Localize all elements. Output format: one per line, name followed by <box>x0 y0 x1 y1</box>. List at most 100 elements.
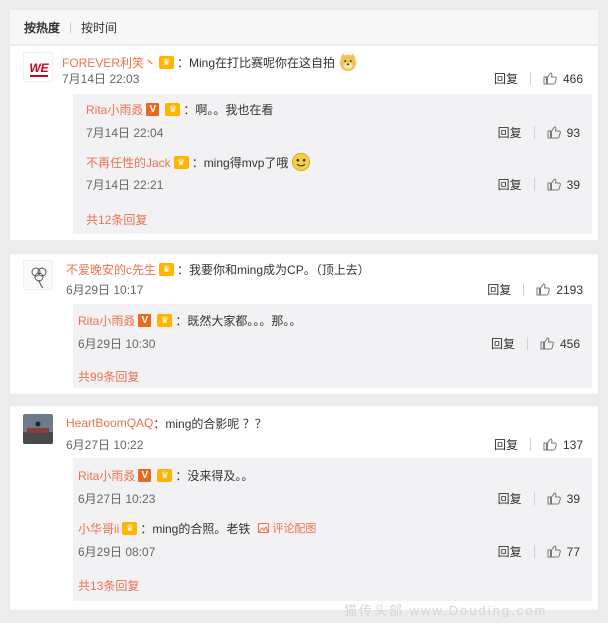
svg-text:WE: WE <box>29 61 49 75</box>
reply-text: ：没来得及。。 <box>175 468 254 483</box>
comment-time: 6月27日 10:22 <box>66 438 144 452</box>
like-button[interactable]: 456 <box>540 337 580 351</box>
reply-username[interactable]: Rita小雨叒 <box>78 312 135 329</box>
member-badge-icon: ♛ <box>157 468 173 482</box>
avatar[interactable] <box>23 414 53 444</box>
member-badge-icon: ♛ <box>165 102 181 116</box>
reply-button[interactable]: 回复 <box>487 281 511 298</box>
like-button[interactable]: 77 <box>547 545 580 559</box>
more-replies-link[interactable]: 共13条回复 <box>78 577 139 594</box>
reply-header: Rita小雨叒 V ♛ ：没来得及。。 <box>78 466 253 484</box>
action-divider <box>529 438 531 451</box>
reply-text: ：ming的合照。老铁 <box>140 521 251 536</box>
reply-button[interactable]: 回复 <box>498 176 522 193</box>
comment-time: 7月14日 22:03 <box>62 72 140 86</box>
more-replies-link[interactable]: 共99条回复 <box>78 368 139 385</box>
reply-button[interactable]: 回复 <box>494 70 518 87</box>
verified-v-icon: V <box>146 102 160 116</box>
sort-bar: 按热度 按时间 <box>10 10 598 44</box>
member-badge-icon: ♛ <box>173 155 189 169</box>
like-button[interactable]: 2193 <box>536 283 583 297</box>
replies-panel: Rita小雨叒 V ♛ ：啊。。我也在看 7月14日 22:04 回复 93 不… <box>73 94 592 234</box>
sort-divider <box>70 21 72 33</box>
comment-username[interactable]: FOREVER利笑丶 <box>62 54 156 71</box>
like-button[interactable]: 137 <box>543 438 583 452</box>
reply-button[interactable]: 回复 <box>491 335 515 352</box>
doge-emoji-icon <box>339 52 357 72</box>
reply-actions: 回复 77 <box>498 543 580 560</box>
like-count: 39 <box>566 491 580 506</box>
reply-text: ：啊。。我也在看 <box>183 102 274 117</box>
reply-time: 7月14日 22:04 <box>86 126 164 140</box>
reply-username[interactable]: 不再任性的Jack <box>86 154 171 171</box>
like-button[interactable]: 39 <box>547 492 580 506</box>
reply-time: 7月14日 22:21 <box>86 178 164 192</box>
comment-text: ：我要你和ming成为CP。（顶上去） <box>177 262 370 277</box>
reply-header: 小华哥ii ♛ ：ming的合照。老铁 评论配图 <box>78 519 316 537</box>
comment-card: HeartBoomQAQ ：ming的合影呢 ？？ 6月27日 10:22 回复… <box>10 406 598 610</box>
image-comment-label: 评论配图 <box>272 523 317 535</box>
like-count: 137 <box>562 437 583 452</box>
like-count: 93 <box>566 125 580 140</box>
watermark: 猫传头部 www.Douding.com <box>344 603 548 618</box>
reply-text: ：既然大家都。。。那。。 <box>175 313 302 328</box>
avatar[interactable] <box>23 260 53 290</box>
clover-avatar-icon <box>24 261 52 289</box>
reply-time: 6月27日 10:23 <box>78 492 156 506</box>
reply-button[interactable]: 回复 <box>498 543 522 560</box>
avatar[interactable]: WE <box>23 52 53 82</box>
image-icon <box>258 523 270 533</box>
thumbs-up-icon <box>543 72 557 85</box>
comment-username[interactable]: HeartBoomQAQ <box>66 416 153 430</box>
like-button[interactable]: 466 <box>543 72 583 86</box>
action-divider <box>533 545 535 558</box>
comment-card: WE FOREVER利笑丶 ♛ ：Ming在打比赛呢你在这自拍 7月14日 22… <box>10 46 598 240</box>
replies-panel: Rita小雨叒 V ♛ ：既然大家都。。。那。。 6月29日 10:30 回复 … <box>73 304 592 388</box>
action-divider <box>533 492 535 505</box>
thumbs-up-icon <box>540 337 554 350</box>
image-comment-link[interactable]: 评论配图 <box>258 520 316 536</box>
sort-by-hot-tab[interactable]: 按热度 <box>24 19 60 36</box>
verified-v-icon: V <box>138 468 152 482</box>
replies-panel: Rita小雨叒 V ♛ ：没来得及。。 6月27日 10:23 回复 39 小华… <box>73 458 592 601</box>
thumbs-up-icon <box>547 492 561 505</box>
comment-header: 不爱晚安的c先生 ♛ ：我要你和ming成为CP。（顶上去） <box>66 260 370 278</box>
member-badge-icon: ♛ <box>159 55 175 69</box>
sort-by-time-tab[interactable]: 按时间 <box>81 19 117 36</box>
smile-emoji-icon <box>292 152 311 172</box>
reply-header: 不再任性的Jack ♛ ：ming得mvp了哦 <box>86 152 311 172</box>
like-button[interactable]: 93 <box>547 126 580 140</box>
thumbs-up-icon <box>536 283 551 296</box>
comment-text: ：ming的合影呢 ？？ <box>153 416 267 431</box>
more-replies-link[interactable]: 共12条回复 <box>86 211 147 228</box>
like-button[interactable]: 39 <box>547 178 580 192</box>
reply-time: 6月29日 08:07 <box>78 545 156 559</box>
thumbs-up-icon <box>543 438 557 451</box>
reply-time: 6月29日 10:30 <box>78 337 156 351</box>
reply-button[interactable]: 回复 <box>498 490 522 507</box>
thumbs-up-icon <box>547 178 561 191</box>
reply-username[interactable]: Rita小雨叒 <box>78 467 135 484</box>
reply-actions: 回复 39 <box>498 176 580 193</box>
verified-v-icon: V <box>138 313 152 327</box>
photo-avatar-icon <box>23 414 53 444</box>
thumbs-up-icon <box>547 545 561 558</box>
comment-text: ：Ming在打比赛呢你在这自拍 <box>177 55 336 70</box>
action-divider <box>533 178 535 191</box>
comment-actions: 回复 2193 <box>487 281 583 298</box>
we-logo-icon: WE <box>24 53 52 81</box>
like-count: 466 <box>562 71 583 86</box>
reply-text: ：ming得mvp了哦 <box>191 155 289 170</box>
action-divider <box>526 337 528 350</box>
comment-username[interactable]: 不爱晚安的c先生 <box>66 261 156 278</box>
reply-button[interactable]: 回复 <box>494 436 518 453</box>
comment-time: 6月29日 10:17 <box>66 283 144 297</box>
reply-username[interactable]: Rita小雨叒 <box>86 101 143 118</box>
reply-button[interactable]: 回复 <box>498 124 522 141</box>
reply-actions: 回复 456 <box>491 335 580 352</box>
like-count: 77 <box>566 544 580 559</box>
reply-header: Rita小雨叒 V ♛ ：啊。。我也在看 <box>86 100 273 118</box>
reply-username[interactable]: 小华哥ii <box>78 520 119 537</box>
action-divider <box>523 283 525 296</box>
member-badge-icon: ♛ <box>157 313 173 327</box>
